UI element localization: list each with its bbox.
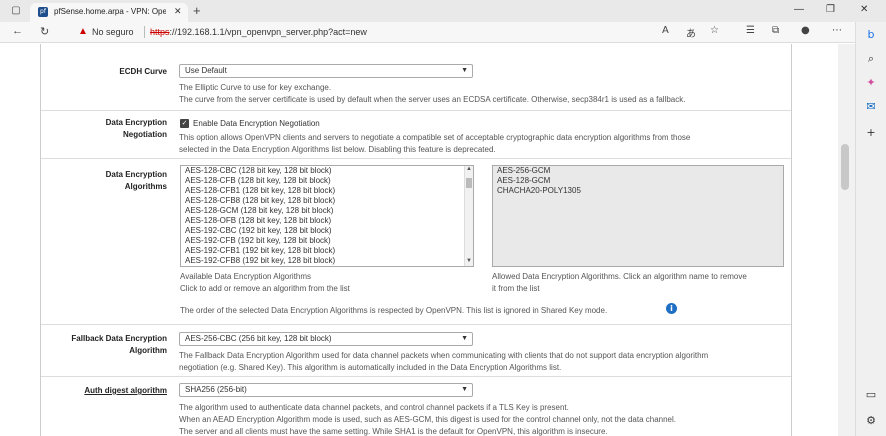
available-algorithm-option[interactable]: AES-128-CFB1 (128 bit key, 128 bit block… <box>181 186 473 196</box>
allowed-algorithm-option[interactable]: AES-128-GCM <box>493 176 783 186</box>
profile-avatar-icon[interactable]: ● <box>801 25 810 36</box>
fallback-label-line2: Algorithm <box>129 346 167 355</box>
auth-label[interactable]: Auth digest algorithm <box>41 385 167 396</box>
available-algorithm-option[interactable]: AES-192-CFB1 (192 bit key, 128 bit block… <box>181 246 473 256</box>
fallback-select-value: AES-256-CBC (256 bit key, 128 bit block) <box>185 334 332 343</box>
available-algorithm-option[interactable]: AES-192-CBC (192 bit key, 128 bit block) <box>181 226 473 236</box>
algorithms-row: Data Encryption Algorithms AES-128-CBC (… <box>41 158 791 324</box>
close-tab-icon[interactable]: ✕ <box>174 6 182 17</box>
settings-panel: ECDH Curve Use Default ▼ The Elliptic Cu… <box>40 44 792 436</box>
ecdh-row: ECDH Curve Use Default ▼ The Elliptic Cu… <box>41 52 791 110</box>
list-scroll-thumb[interactable] <box>466 178 472 188</box>
bing-chat-icon[interactable]: b <box>864 28 878 42</box>
scroll-down-icon[interactable]: ▼ <box>466 258 472 264</box>
chevron-down-icon: ▼ <box>461 67 468 74</box>
ecdh-help-2: The curve from the server certificate is… <box>179 95 686 104</box>
page-content: ECDH Curve Use Default ▼ The Elliptic Cu… <box>0 44 838 436</box>
available-algorithm-option[interactable]: AES-128-CFB8 (128 bit key, 128 bit block… <box>181 196 473 206</box>
page-scrollbar[interactable] <box>838 44 855 436</box>
negotiation-checkbox-label: Enable Data Encryption Negotiation <box>193 119 320 128</box>
negotiation-row: Data Encryption Negotiation ✓ Enable Dat… <box>41 110 791 158</box>
negotiation-checkbox[interactable]: ✓ <box>180 119 189 128</box>
allowed-help-1: Allowed Data Encryption Algorithms. Clic… <box>492 272 747 281</box>
browser-titlebar: ▢ pf pfSense.home.arpa - VPN: OpenVPN ✕ … <box>0 0 886 22</box>
security-status: No seguro <box>92 27 134 37</box>
url-path: ://192.168.1.1/vpn_openvpn_server.php?ac… <box>169 27 367 37</box>
browser-tab[interactable]: pf pfSense.home.arpa - VPN: OpenVPN ✕ <box>30 3 188 22</box>
fallback-help-2: negotiation (e.g. Shared Key). This algo… <box>179 363 562 372</box>
url-text: https://192.168.1.1/vpn_openvpn_server.p… <box>150 27 367 37</box>
address-bar-row: ← ↻ ▲ No seguro https://192.168.1.1/vpn_… <box>0 22 886 43</box>
warning-icon: ▲ <box>78 26 88 37</box>
reload-icon[interactable]: ↻ <box>40 25 49 38</box>
close-window-icon[interactable]: ✕ <box>860 4 868 15</box>
available-algorithm-option[interactable]: AES-192-CFB (192 bit key, 128 bit block) <box>181 236 473 246</box>
fallback-row: Fallback Data Encryption Algorithm AES-2… <box>41 324 791 376</box>
auth-select[interactable]: SHA256 (256-bit) ▼ <box>179 383 473 397</box>
available-algorithms-list[interactable]: AES-128-CBC (128 bit key, 128 bit block)… <box>180 165 474 267</box>
fallback-select[interactable]: AES-256-CBC (256 bit key, 128 bit block)… <box>179 332 473 346</box>
collections-icon[interactable]: ⧉ <box>772 25 779 36</box>
restore-icon[interactable]: ❐ <box>826 4 835 15</box>
chevron-down-icon: ▼ <box>461 335 468 342</box>
auth-row: Auth digest algorithm SHA256 (256-bit) ▼… <box>41 376 791 436</box>
tab-actions-icon[interactable]: ▢ <box>10 5 22 17</box>
ecdh-label: ECDH Curve <box>119 67 167 76</box>
available-algorithm-option[interactable]: AES-128-CBC (128 bit key, 128 bit block) <box>181 166 473 176</box>
url-scheme: https <box>150 27 170 37</box>
tools-icon[interactable]: ✦ <box>864 76 878 90</box>
url-divider <box>144 26 145 38</box>
allowed-algorithm-option[interactable]: CHACHA20-POLY1305 <box>493 186 783 196</box>
back-arrow-icon[interactable]: ← <box>12 25 23 37</box>
negotiation-label-line1: Data Encryption <box>105 118 167 127</box>
negotiation-help-1: This option allows OpenVPN clients and s… <box>179 133 691 142</box>
translate-icon[interactable]: あ <box>686 25 696 40</box>
minimize-icon[interactable]: — <box>794 4 804 15</box>
auth-help-3: The server and all clients must have the… <box>179 427 608 436</box>
more-menu-icon[interactable]: ⋯ <box>832 25 842 36</box>
fallback-help-1: The Fallback Data Encryption Algorithm u… <box>179 351 709 360</box>
search-icon[interactable]: ⌕ <box>864 52 878 66</box>
list-scrollbar[interactable]: ▲ ▼ <box>464 166 473 266</box>
negotiation-label-line2: Negotiation <box>123 130 167 139</box>
page-scroll-thumb[interactable] <box>841 144 849 190</box>
allowed-algorithm-option[interactable]: AES-256-GCM <box>493 166 783 176</box>
available-help-2: Click to add or remove an algorithm from… <box>180 284 350 293</box>
auth-help-1: The algorithm used to authenticate data … <box>179 403 569 412</box>
fallback-label-line1: Fallback Data Encryption <box>71 334 167 343</box>
auth-help-2: When an AEAD Encryption Algorithm mode i… <box>179 415 677 424</box>
negotiation-help-2: selected in the Data Encryption Algorith… <box>179 145 496 154</box>
algorithms-label-line2: Algorithms <box>124 182 167 191</box>
pfsense-favicon-icon: pf <box>38 7 48 17</box>
available-algorithm-option[interactable]: AES-192-CFB8 (192 bit key, 128 bit block… <box>181 256 473 266</box>
available-algorithm-option[interactable]: AES-128-CFB (128 bit key, 128 bit block) <box>181 176 473 186</box>
read-aloud-icon[interactable]: A <box>662 25 669 36</box>
algorithms-label-line1: Data Encryption <box>105 170 167 179</box>
chevron-down-icon: ▼ <box>461 386 468 393</box>
edge-sidebar: b ⌕ ✦ ✉ + ▭ ⚙ <box>855 22 886 436</box>
auth-select-value: SHA256 (256-bit) <box>185 385 247 394</box>
algorithm-order-note: The order of the selected Data Encryptio… <box>180 306 608 315</box>
add-sidebar-icon[interactable]: + <box>864 126 878 140</box>
info-icon[interactable]: i <box>666 303 677 314</box>
new-tab-icon[interactable]: + <box>193 3 201 18</box>
available-algorithm-option[interactable]: AES-128-OFB (128 bit key, 128 bit block) <box>181 216 473 226</box>
allowed-help-2: it from the list <box>492 284 540 293</box>
ecdh-help-1: The Elliptic Curve to use for key exchan… <box>179 83 332 92</box>
outlook-icon[interactable]: ✉ <box>864 100 878 114</box>
favorite-add-icon[interactable]: ☆ <box>710 25 719 36</box>
ecdh-select[interactable]: Use Default ▼ <box>179 64 473 78</box>
ecdh-select-value: Use Default <box>185 66 227 75</box>
tab-title: pfSense.home.arpa - VPN: OpenVPN <box>54 7 166 16</box>
settings-gear-icon[interactable]: ⚙ <box>864 414 878 428</box>
available-help-1: Available Data Encryption Algorithms <box>180 272 312 281</box>
scroll-up-icon[interactable]: ▲ <box>466 166 472 172</box>
sidebar-layout-icon[interactable]: ▭ <box>864 388 878 402</box>
available-algorithm-option[interactable]: AES-128-GCM (128 bit key, 128 bit block) <box>181 206 473 216</box>
favorites-icon[interactable]: ☰ <box>746 25 755 36</box>
url-field[interactable]: ▲ No seguro https://192.168.1.1/vpn_open… <box>66 25 746 40</box>
allowed-algorithms-list[interactable]: AES-256-GCM AES-128-GCM CHACHA20-POLY130… <box>492 165 784 267</box>
